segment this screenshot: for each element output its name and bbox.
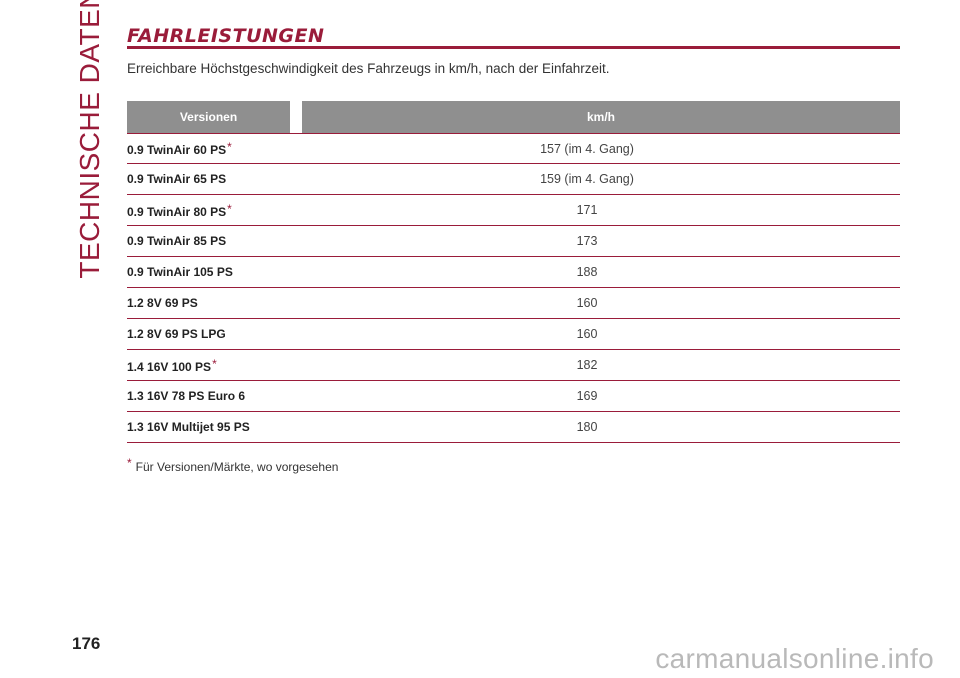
speed-value: 171 — [576, 203, 598, 217]
section-side-title-text: TECHNISCHE DATEN — [74, 0, 105, 279]
intro-text: Erreichbare Höchstgeschwindigkeit des Fa… — [127, 61, 610, 76]
speed-cell: 160 — [302, 296, 900, 310]
footnote-marker: * — [227, 140, 232, 154]
version-label: 0.9 TwinAir 60 PS — [127, 143, 227, 157]
version-cell: 0.9 TwinAir 60 PS* — [127, 140, 302, 157]
speed-value: 169 — [576, 389, 598, 403]
version-label: 1.2 8V 69 PS — [127, 296, 198, 310]
footnote-asterisk: * — [127, 456, 132, 470]
version-label: 1.3 16V Multijet 95 PS — [127, 420, 250, 434]
version-cell: 1.4 16V 100 PS* — [127, 357, 302, 374]
version-cell: 1.3 16V 78 PS Euro 6 — [127, 389, 302, 403]
version-label: 1.3 16V 78 PS Euro 6 — [127, 389, 246, 403]
table-row: 1.4 16V 100 PS* 182 — [127, 350, 900, 381]
table-row: 1.3 16V Multijet 95 PS 180 — [127, 412, 900, 443]
speed-value: 180 — [576, 420, 598, 434]
watermark: carmanualsonline.info — [655, 643, 934, 674]
speed-cell: 160 — [302, 327, 900, 341]
version-cell: 0.9 TwinAir 65 PS — [127, 172, 302, 186]
table-row: 0.9 TwinAir 105 PS 188 — [127, 257, 900, 288]
speed-cell: 182 — [302, 358, 900, 372]
version-label: 0.9 TwinAir 85 PS — [127, 234, 227, 248]
table-row: 1.2 8V 69 PS 160 — [127, 288, 900, 319]
speed-value: 157 (im 4. Gang) — [540, 141, 634, 156]
speed-cell: 173 — [302, 234, 900, 248]
version-cell: 1.2 8V 69 PS — [127, 296, 302, 310]
table-body: 0.9 TwinAir 60 PS* 157 (im 4. Gang) 0.9 Tw… — [127, 133, 900, 443]
speed-cell: 171 — [302, 203, 900, 217]
section-side-title: TECHNISCHE DATEN — [72, 0, 108, 278]
speed-cell: 159 (im 4. Gang) — [302, 172, 900, 186]
speed-value: 159 (im 4. Gang) — [540, 172, 634, 186]
speed-cell: 180 — [302, 420, 900, 434]
version-cell: 0.9 TwinAir 105 PS — [127, 265, 302, 279]
header-speed: km/h — [302, 101, 900, 133]
footnote: * Für Versionen/Märkte, wo vorgesehen — [127, 456, 338, 474]
heading-rule — [127, 46, 900, 49]
footnote-marker: * — [227, 201, 232, 216]
version-cell: 0.9 TwinAir 85 PS — [127, 234, 302, 248]
speed-value: 160 — [576, 296, 598, 310]
version-cell: 0.9 TwinAir 80 PS* — [127, 202, 302, 219]
footnote-marker: * — [212, 356, 217, 371]
footnote-text: Für Versionen/Märkte, wo vorgesehen — [135, 460, 339, 474]
speed-value: 182 — [576, 358, 598, 372]
speed-cell: 157 (im 4. Gang) — [302, 142, 900, 156]
version-label: 1.4 16V 100 PS — [127, 359, 212, 374]
table-row: 0.9 TwinAir 65 PS 159 (im 4. Gang) — [127, 164, 900, 195]
table-row: 0.9 TwinAir 60 PS* 157 (im 4. Gang) — [127, 133, 900, 164]
table-header: Versionen km/h — [127, 101, 900, 133]
version-label: 0.9 TwinAir 80 PS — [127, 204, 227, 219]
version-cell: 1.3 16V Multijet 95 PS — [127, 420, 302, 434]
version-label: 0.9 TwinAir 65 PS — [127, 172, 227, 186]
version-cell: 1.2 8V 69 PS LPG — [127, 327, 302, 341]
table-row: 1.3 16V 78 PS Euro 6 169 — [127, 381, 900, 412]
table-row: 1.2 8V 69 PS LPG 160 — [127, 319, 900, 350]
speed-value: 160 — [576, 327, 598, 341]
table-row: 0.9 TwinAir 85 PS 173 — [127, 226, 900, 257]
page-heading: FAHRLEISTUNGEN — [127, 25, 325, 47]
version-label: 0.9 TwinAir 105 PS — [127, 265, 233, 279]
speed-cell: 188 — [302, 265, 900, 279]
speed-value: 173 — [576, 234, 598, 248]
page-number: 176 — [72, 634, 101, 653]
speed-cell: 169 — [302, 389, 900, 403]
table-row: 0.9 TwinAir 80 PS* 171 — [127, 195, 900, 226]
speed-value: 188 — [576, 265, 598, 279]
header-versions: Versionen — [127, 101, 290, 133]
version-label: 1.2 8V 69 PS LPG — [127, 327, 226, 341]
performance-table: Versionen km/h 0.9 TwinAir 60 PS* 157 (im… — [127, 101, 900, 443]
